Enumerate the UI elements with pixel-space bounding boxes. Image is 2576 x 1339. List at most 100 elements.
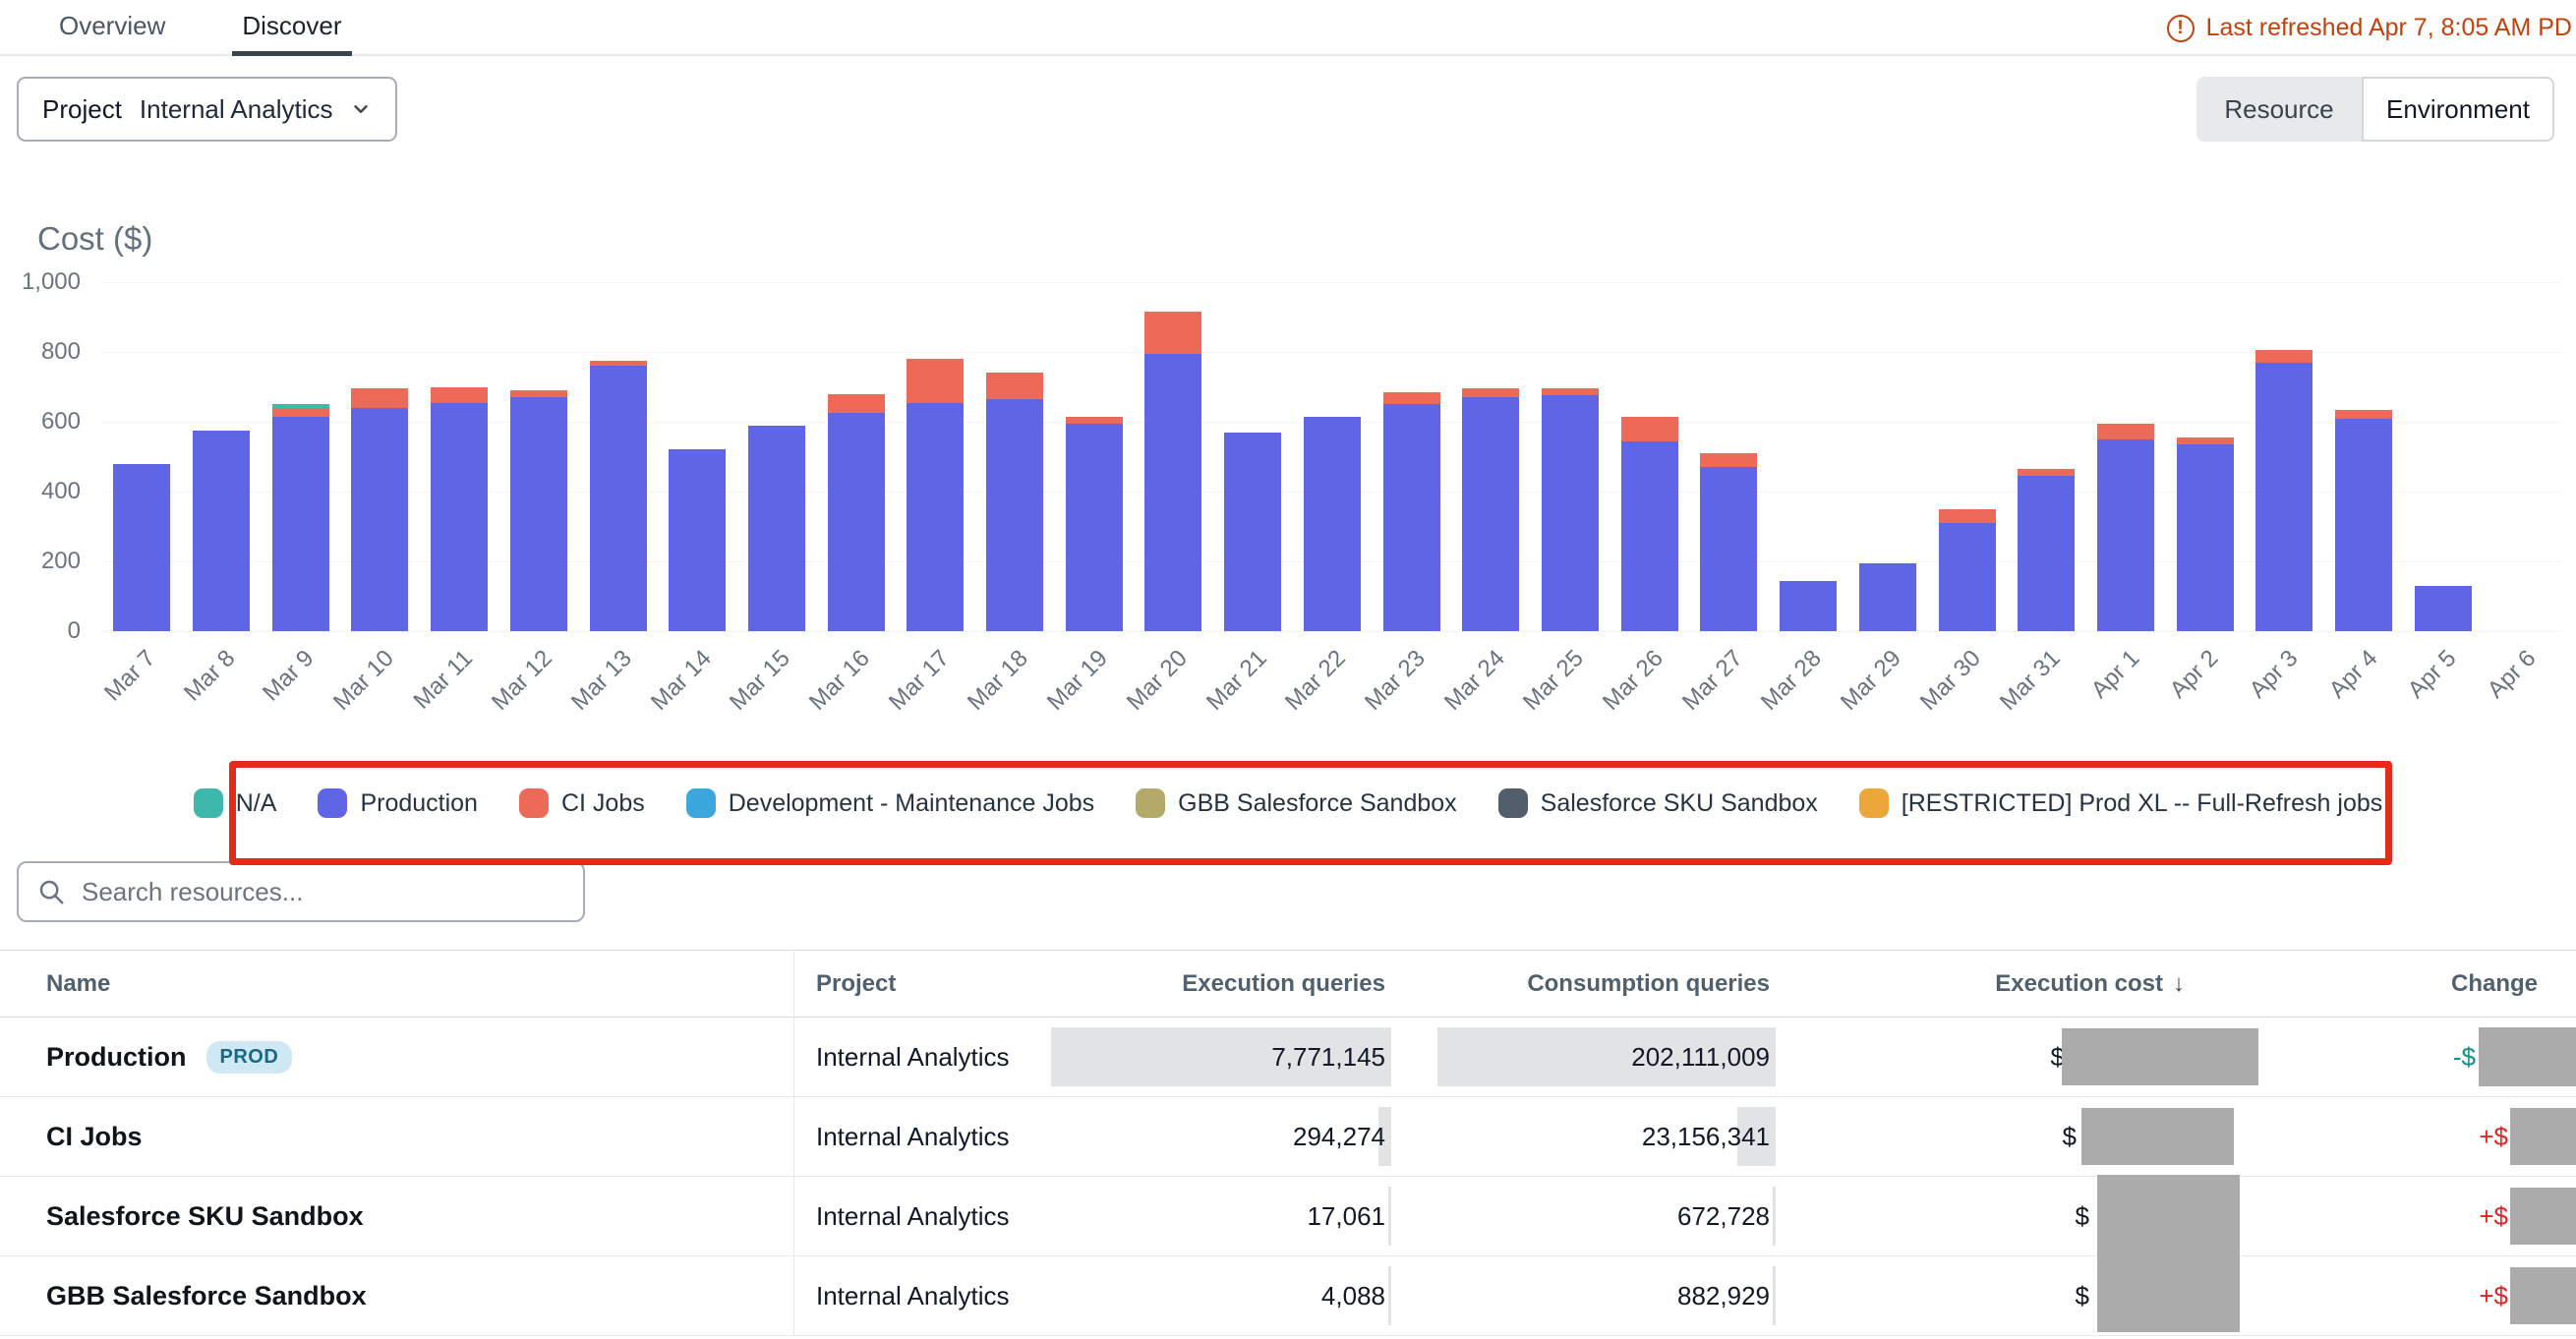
bar-segment-production[interactable] (193, 431, 250, 631)
bar-segment-ci-jobs[interactable] (2335, 410, 2392, 419)
bar-stack[interactable] (590, 361, 647, 631)
bar-segment-ci-jobs[interactable] (1700, 453, 1757, 467)
table-row-production[interactable]: Production PROD Internal Analytics 7,771… (0, 1018, 2576, 1097)
bar-stack[interactable] (828, 394, 885, 631)
resource-name[interactable]: GBB Salesforce Sandbox (46, 1281, 367, 1311)
bar-stack[interactable] (2255, 350, 2313, 631)
bar-segment-production[interactable] (986, 399, 1043, 631)
bar-segment-production[interactable] (1859, 563, 1916, 631)
bar-stack[interactable] (1066, 417, 1123, 631)
bar-segment-ci-jobs[interactable] (1066, 417, 1123, 424)
bar-stack[interactable] (1859, 563, 1916, 631)
bar-segment-production[interactable] (1700, 467, 1757, 631)
bar-segment-production[interactable] (669, 449, 726, 631)
bar-stack[interactable] (351, 388, 408, 631)
bar-segment-ci-jobs[interactable] (2018, 469, 2075, 476)
environment-toggle-button[interactable]: Environment (2362, 77, 2554, 142)
bar-stack[interactable] (2415, 586, 2472, 631)
col-header-execution-cost[interactable]: Execution cost ↓ (1776, 970, 2195, 998)
bar-stack[interactable] (272, 404, 329, 631)
resource-name[interactable]: Salesforce SKU Sandbox (46, 1201, 364, 1232)
bar-stack[interactable] (1621, 417, 1678, 631)
bar-segment-production[interactable] (431, 403, 488, 632)
bar-segment-ci-jobs[interactable] (2177, 437, 2234, 444)
bar-segment-ci-jobs[interactable] (1542, 388, 1599, 395)
legend-item[interactable]: [RESTRICTED] Prod XL -- Full-Refresh job… (1859, 788, 2382, 818)
bar-segment-production[interactable] (1066, 424, 1123, 631)
bar-stack[interactable] (1304, 417, 1361, 631)
bar-segment-ci-jobs[interactable] (1462, 388, 1519, 397)
resource-toggle-button[interactable]: Resource (2196, 77, 2362, 142)
bar-segment-ci-jobs[interactable] (510, 390, 567, 397)
col-header-change[interactable]: Change (2195, 970, 2576, 998)
bar-segment-production[interactable] (351, 408, 408, 631)
legend-item[interactable]: Salesforce SKU Sandbox (1498, 788, 1818, 818)
bar-segment-production[interactable] (907, 403, 964, 632)
bar-stack[interactable] (669, 449, 726, 631)
bar-stack[interactable] (1462, 388, 1519, 631)
search-input[interactable] (80, 876, 516, 908)
bar-stack[interactable] (431, 387, 488, 632)
bar-stack[interactable] (510, 390, 567, 631)
bar-stack[interactable] (2018, 469, 2075, 631)
legend-item[interactable]: Development - Maintenance Jobs (686, 788, 1094, 818)
legend-item[interactable]: Production (318, 788, 478, 818)
bar-segment-ci-jobs[interactable] (1383, 392, 1440, 404)
bar-segment-production[interactable] (2097, 439, 2154, 631)
table-row-ci-jobs[interactable]: CI Jobs Internal Analytics 294,274 23,15… (0, 1097, 2576, 1177)
bar-segment-production[interactable] (1939, 523, 1996, 631)
bar-stack[interactable] (1542, 388, 1599, 631)
bar-segment-production[interactable] (510, 397, 567, 631)
bar-stack[interactable] (748, 426, 805, 631)
bar-segment-production[interactable] (1780, 581, 1837, 632)
bar-segment-ci-jobs[interactable] (828, 394, 885, 414)
bar-segment-production[interactable] (2177, 444, 2234, 631)
bar-stack[interactable] (907, 359, 964, 631)
resource-name[interactable]: Production (46, 1042, 187, 1073)
project-filter-dropdown[interactable]: Project Internal Analytics (17, 77, 397, 142)
bar-segment-production[interactable] (1383, 404, 1440, 631)
col-header-name[interactable]: Name (0, 970, 793, 998)
bar-segment-production[interactable] (828, 413, 885, 631)
bar-stack[interactable] (1383, 392, 1440, 631)
legend-item[interactable]: N/A (194, 788, 277, 818)
bar-stack[interactable] (113, 464, 170, 631)
col-header-project[interactable]: Project (793, 970, 1118, 998)
legend-item[interactable]: CI Jobs (519, 788, 645, 818)
bar-segment-ci-jobs[interactable] (1939, 509, 1996, 523)
bar-segment-ci-jobs[interactable] (2097, 424, 2154, 439)
bar-segment-ci-jobs[interactable] (907, 359, 964, 402)
bar-segment-ci-jobs[interactable] (272, 408, 329, 417)
resource-name[interactable]: CI Jobs (46, 1122, 143, 1152)
bar-stack[interactable] (1224, 433, 1281, 631)
table-row-salesforce-sku-sandbox[interactable]: Salesforce SKU Sandbox Internal Analytic… (0, 1177, 2576, 1256)
bar-segment-ci-jobs[interactable] (2255, 350, 2313, 362)
legend-item[interactable]: GBB Salesforce Sandbox (1136, 788, 1457, 818)
tab-discover[interactable]: Discover (232, 0, 351, 56)
bar-segment-ci-jobs[interactable] (351, 388, 408, 408)
bar-segment-ci-jobs[interactable] (986, 373, 1043, 399)
bar-segment-production[interactable] (113, 464, 170, 631)
bar-segment-ci-jobs[interactable] (431, 387, 488, 403)
bar-stack[interactable] (2335, 410, 2392, 631)
bar-segment-production[interactable] (2018, 476, 2075, 631)
bar-stack[interactable] (1780, 581, 1837, 632)
bar-segment-production[interactable] (1144, 354, 1201, 631)
bar-stack[interactable] (2097, 424, 2154, 631)
bar-segment-production[interactable] (748, 426, 805, 631)
bar-segment-ci-jobs[interactable] (1144, 312, 1201, 354)
bar-segment-production[interactable] (1304, 417, 1361, 631)
bar-stack[interactable] (1700, 453, 1757, 631)
bar-stack[interactable] (986, 373, 1043, 631)
bar-segment-production[interactable] (590, 366, 647, 631)
bar-stack[interactable] (2177, 437, 2234, 631)
bar-stack[interactable] (1939, 509, 1996, 631)
bar-segment-production[interactable] (1224, 433, 1281, 631)
bar-stack[interactable] (1144, 312, 1201, 631)
bar-segment-production[interactable] (1462, 397, 1519, 631)
col-header-consumption-queries[interactable]: Consumption queries (1391, 970, 1776, 998)
bar-segment-production[interactable] (2415, 586, 2472, 631)
col-header-execution-queries[interactable]: Execution queries (1118, 970, 1391, 998)
bar-segment-production[interactable] (2255, 363, 2313, 631)
bar-segment-production[interactable] (1542, 395, 1599, 631)
